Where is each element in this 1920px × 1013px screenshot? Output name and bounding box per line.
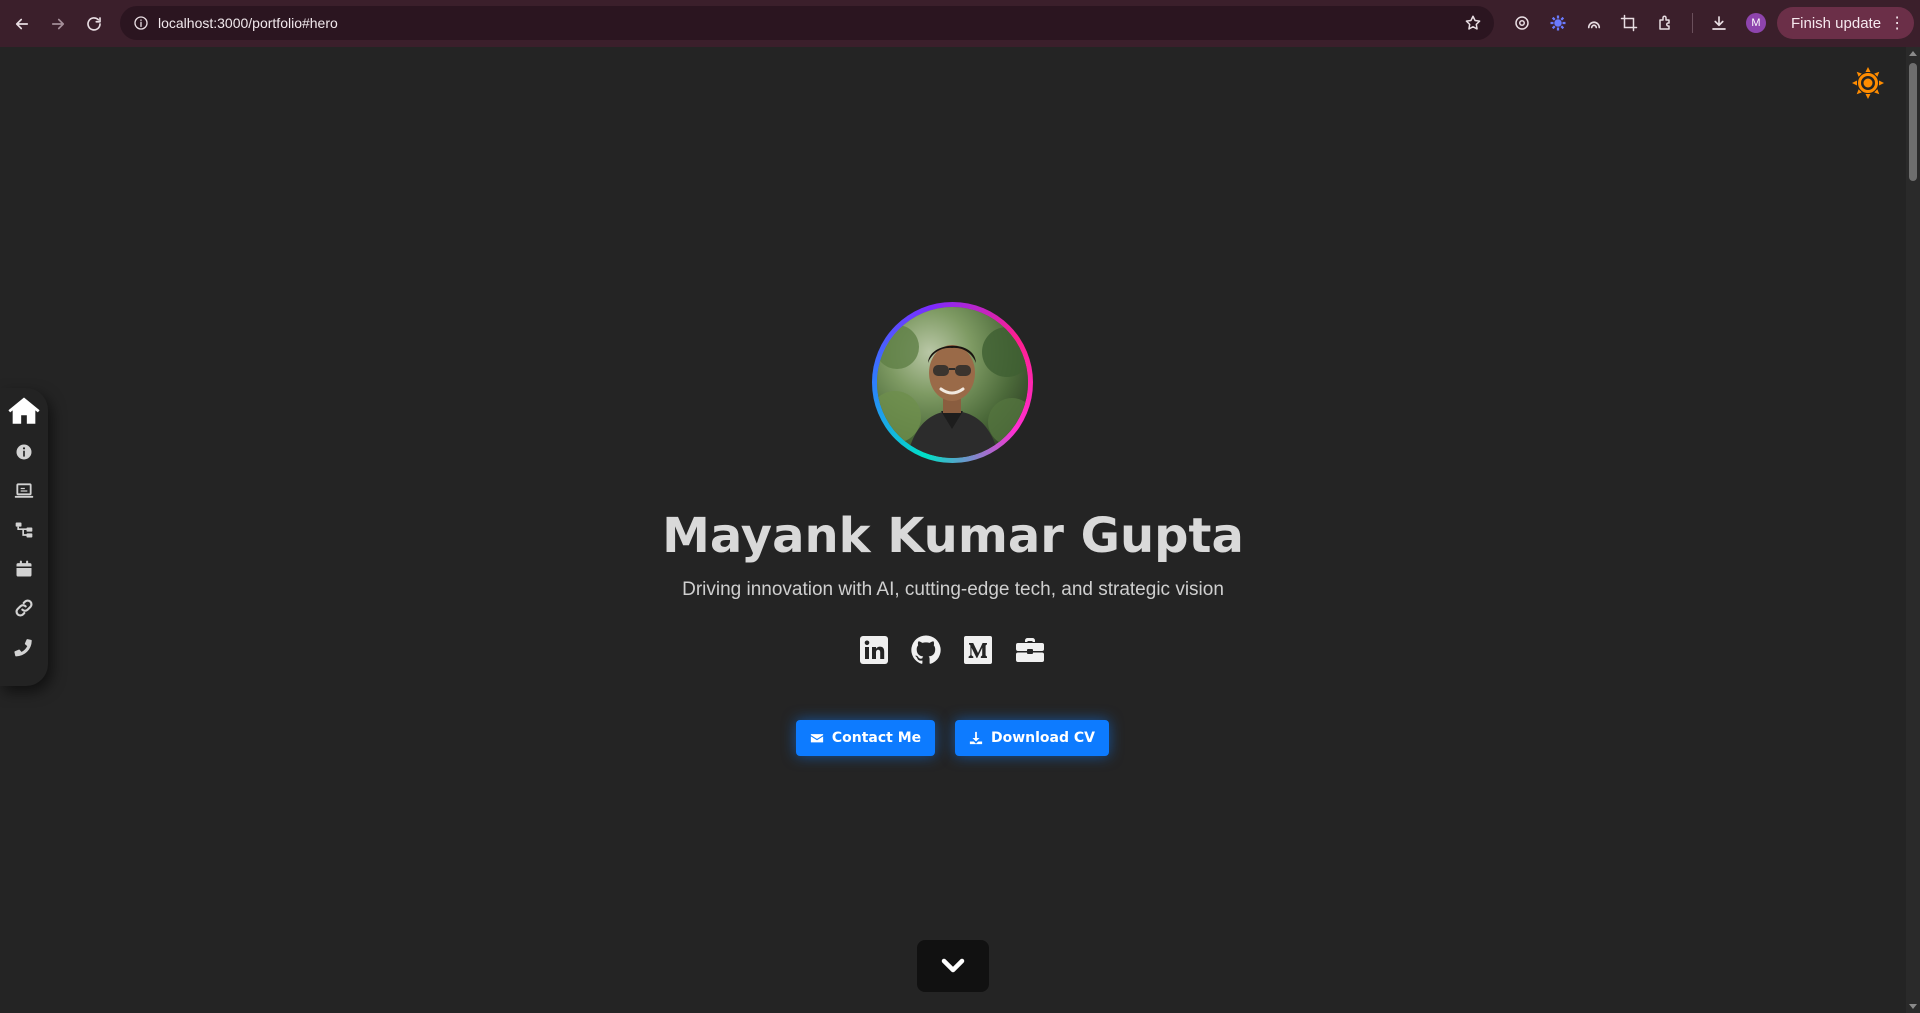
page-scrollbar[interactable] xyxy=(1906,47,1920,1013)
profile-photo xyxy=(877,307,1028,458)
back-button[interactable] xyxy=(4,6,40,42)
hero-name-heading: Mayank Kumar Gupta xyxy=(662,508,1244,564)
forward-button[interactable] xyxy=(40,6,76,42)
extension-target-icon[interactable] xyxy=(1510,11,1534,35)
nav-projects-laptop-icon[interactable] xyxy=(0,481,48,501)
download-cv-button[interactable]: Download CV xyxy=(955,720,1109,756)
profile-avatar[interactable]: M xyxy=(1746,13,1766,33)
contact-me-button[interactable]: Contact Me xyxy=(796,720,935,756)
browser-toolbar: localhost:3000/portfolio#hero M Finish u… xyxy=(0,0,1920,47)
scroll-up-arrow-icon[interactable] xyxy=(1909,51,1917,56)
scroll-thumb[interactable] xyxy=(1909,63,1917,181)
nav-links-link-icon[interactable] xyxy=(0,598,48,618)
github-icon[interactable] xyxy=(910,634,942,666)
reload-icon xyxy=(87,16,101,31)
theme-toggle-sun-icon[interactable] xyxy=(1851,66,1885,100)
arrow-right-icon xyxy=(51,18,65,29)
briefcase-icon[interactable] xyxy=(1014,634,1046,666)
linkedin-icon[interactable] xyxy=(858,634,890,666)
bookmark-star-icon[interactable] xyxy=(1464,14,1482,36)
extensions-puzzle-icon[interactable] xyxy=(1654,11,1678,35)
profile-avatar-ring xyxy=(872,302,1033,463)
chevron-down-icon xyxy=(941,958,965,973)
nav-about-info-icon[interactable] xyxy=(0,442,48,462)
download-cv-label: Download CV xyxy=(990,730,1095,746)
finish-update-label: Finish update xyxy=(1791,14,1882,32)
extension-gear-icon[interactable] xyxy=(1546,11,1570,35)
finish-update-button[interactable]: Finish update ⋮ xyxy=(1777,7,1914,39)
nav-contact-phone-icon[interactable] xyxy=(0,637,48,657)
medium-icon[interactable] xyxy=(962,634,994,666)
site-info-icon[interactable] xyxy=(124,15,158,31)
contact-me-label: Contact Me xyxy=(831,730,922,746)
scroll-down-arrow-icon[interactable] xyxy=(1909,1004,1917,1009)
toolbar-divider xyxy=(1692,13,1693,33)
download-icon xyxy=(969,731,983,745)
address-bar[interactable]: localhost:3000/portfolio#hero xyxy=(120,6,1494,40)
arrow-left-icon xyxy=(15,18,29,29)
url-text: localhost:3000/portfolio#hero xyxy=(158,15,338,31)
extension-arc-icon[interactable] xyxy=(1582,11,1606,35)
scroll-down-button[interactable] xyxy=(917,940,989,992)
envelope-icon xyxy=(810,734,823,743)
menu-kebab-icon: ⋮ xyxy=(1889,15,1905,32)
social-links xyxy=(858,634,1048,668)
hero-tagline: Driving innovation with AI, cutting-edge… xyxy=(682,579,1224,600)
reload-button[interactable] xyxy=(76,6,112,42)
downloads-icon[interactable] xyxy=(1707,11,1731,35)
extension-crop-icon[interactable] xyxy=(1617,11,1641,35)
nav-home-icon[interactable] xyxy=(0,394,48,428)
